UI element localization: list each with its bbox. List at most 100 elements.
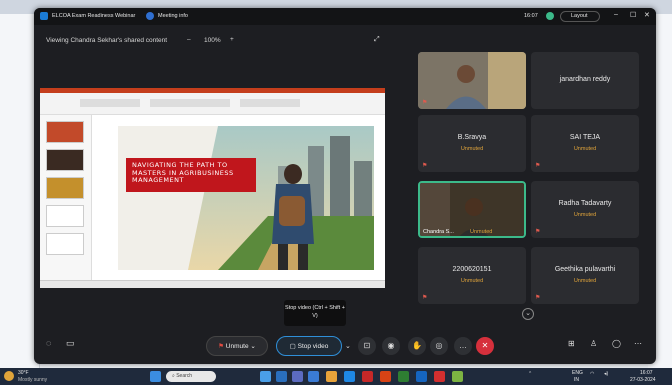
volume-icon[interactable]: ◂) — [604, 371, 608, 377]
weather-desc: Mostly sunny — [18, 377, 48, 383]
layout-button[interactable]: Layout — [560, 11, 600, 22]
zoom-level: 100% — [204, 37, 221, 44]
taskbar: 30°F Mostly sunny ⌕ Search ⌃ ENG IN ◠ ◂)… — [0, 368, 672, 385]
participant-video — [418, 52, 526, 109]
meeting-title-bar: ELCOA Exam Readiness Webinar Meeting inf… — [34, 8, 656, 25]
meeting-time: 16:07 — [524, 13, 538, 19]
record-icon[interactable]: ◉ — [382, 337, 400, 355]
meeting-info-link[interactable]: Meeting info — [158, 13, 188, 19]
language-region: IN — [574, 377, 579, 383]
participants-icon[interactable]: ♙ — [590, 339, 597, 348]
active-participant-tile[interactable]: Chandra S... Unmuted — [418, 181, 526, 238]
slide-thumbnail[interactable] — [46, 149, 84, 171]
app-icon[interactable] — [292, 371, 303, 382]
participant-name: SAI TEJA — [569, 134, 601, 141]
participant-status: Unmuted — [460, 278, 484, 284]
tray-arrow-icon[interactable]: ⌃ — [528, 371, 532, 377]
meeting-title: ELCOA Exam Readiness Webinar — [52, 13, 136, 19]
app-icon[interactable] — [276, 371, 287, 382]
minimize-icon[interactable]: – — [614, 11, 618, 18]
windows-start-icon[interactable] — [150, 371, 161, 382]
connection-status-icon — [546, 12, 554, 20]
app-icon[interactable] — [434, 371, 445, 382]
clock-time[interactable]: 16:07 — [640, 370, 653, 376]
share-icon[interactable]: ⊡ — [358, 337, 376, 355]
video-options-chevron-icon[interactable]: ⌄ — [345, 342, 351, 350]
apps-icon[interactable]: ◎ — [430, 337, 448, 355]
meeting-controls: ◌ ▭ ⚑ Unmute ⌄ ▢ Stop video ⌄ ⊡ ◉ ✋ ◎ … … — [34, 328, 656, 364]
zoom-in-button[interactable]: + — [230, 36, 234, 43]
more-panels-icon[interactable]: ⋯ — [634, 339, 642, 348]
scroll-down-icon[interactable]: ⌄ — [522, 308, 534, 320]
taskbar-search-box[interactable]: ⌕ Search — [166, 371, 216, 382]
hand-raise-icon[interactable]: ✋ — [408, 337, 426, 355]
mic-muted-icon: ⚑ — [535, 163, 541, 169]
zoom-out-button[interactable]: – — [187, 36, 191, 43]
layout-grid-icon[interactable]: ⊞ — [568, 339, 575, 348]
participant-status: Unmuted — [460, 146, 484, 152]
mic-muted-icon: ⚑ — [422, 163, 428, 169]
app-icon[interactable] — [308, 371, 319, 382]
leave-meeting-button[interactable]: ✕ — [476, 337, 494, 355]
more-options-icon[interactable]: … — [454, 337, 472, 355]
camera-icon: ▢ — [289, 343, 298, 350]
participant-tile[interactable]: Radha Tadavarty Unmuted ⚑ — [531, 181, 639, 238]
participant-name: Radha Tadavarty — [558, 200, 612, 207]
participant-tile[interactable]: 2200620151 Unmuted ⚑ — [418, 247, 526, 304]
app-icon[interactable] — [452, 371, 463, 382]
language-indicator[interactable]: ENG — [572, 370, 583, 376]
app-icon[interactable] — [344, 371, 355, 382]
slide-thumbnail[interactable] — [46, 233, 84, 255]
unmute-label: Unmute — [225, 343, 249, 350]
layout-label: Layout — [571, 13, 588, 19]
unmute-button[interactable]: ⚑ Unmute ⌄ — [206, 336, 268, 356]
reactions-icon[interactable]: ◌ — [46, 338, 51, 348]
participant-name: 2200620151 — [452, 266, 492, 273]
slide-thumbnail[interactable] — [46, 121, 84, 143]
info-icon — [146, 12, 154, 20]
participant-tile[interactable]: Geethika pulavarthi Unmuted ⚑ — [531, 247, 639, 304]
share-info-bar: Viewing Chandra Sekhar's shared content … — [34, 27, 414, 44]
mic-muted-icon: ⚑ — [218, 343, 226, 350]
slide-thumbnail[interactable] — [46, 205, 84, 227]
participant-tile[interactable]: janardhan reddy — [531, 52, 639, 109]
mic-muted-icon: ⚑ — [535, 229, 541, 235]
mic-muted-icon: ⚑ — [422, 100, 428, 106]
participant-status: Unmuted — [470, 229, 493, 235]
slide-illustration — [188, 126, 374, 270]
ppt-status-bar — [40, 280, 385, 288]
app-icon[interactable] — [416, 371, 427, 382]
participant-name: janardhan reddy — [559, 76, 611, 83]
participant-tile[interactable]: ⚑ — [418, 52, 526, 109]
network-icon[interactable]: ◠ — [590, 371, 594, 377]
maximize-icon[interactable]: ☐ — [630, 11, 636, 19]
ribbon-group — [150, 99, 230, 107]
chat-icon[interactable]: ◯ — [612, 339, 621, 348]
stop-video-tooltip: Stop video (Ctrl + Shift + V) — [284, 300, 346, 326]
slide-title: NAVIGATING THE PATH TO MASTERS IN AGRIBU… — [126, 158, 256, 192]
ribbon-group — [80, 99, 140, 107]
participant-name: Chandra S... — [423, 229, 454, 235]
participant-status: Unmuted — [573, 278, 597, 284]
weather-temp: 30°F — [18, 370, 29, 376]
participant-tile[interactable]: B.Sravya Unmuted ⚑ — [418, 115, 526, 172]
search-placeholder: Search — [176, 373, 193, 379]
slide-thumbnail[interactable] — [46, 177, 84, 199]
shared-content: NAVIGATING THE PATH TO MASTERS IN AGRIBU… — [40, 88, 385, 288]
app-icon[interactable] — [260, 371, 271, 382]
current-slide: NAVIGATING THE PATH TO MASTERS IN AGRIBU… — [118, 126, 374, 270]
mic-muted-icon: ⚑ — [535, 295, 541, 301]
mic-muted-icon: ⚑ — [422, 295, 428, 301]
expand-icon[interactable]: ⤢ — [374, 36, 380, 44]
close-icon[interactable]: ✕ — [644, 11, 650, 19]
app-icon[interactable] — [380, 371, 391, 382]
stop-video-button[interactable]: ▢ Stop video — [276, 336, 342, 356]
participant-tile[interactable]: SAI TEJA Unmuted ⚑ — [531, 115, 639, 172]
app-icon[interactable] — [362, 371, 373, 382]
participant-status: Unmuted — [573, 146, 597, 152]
captions-icon[interactable]: ▭ — [66, 338, 75, 349]
app-icon[interactable] — [398, 371, 409, 382]
participant-name: Geethika pulavarthi — [554, 266, 616, 273]
app-icon[interactable] — [326, 371, 337, 382]
webex-logo-icon — [40, 12, 48, 20]
